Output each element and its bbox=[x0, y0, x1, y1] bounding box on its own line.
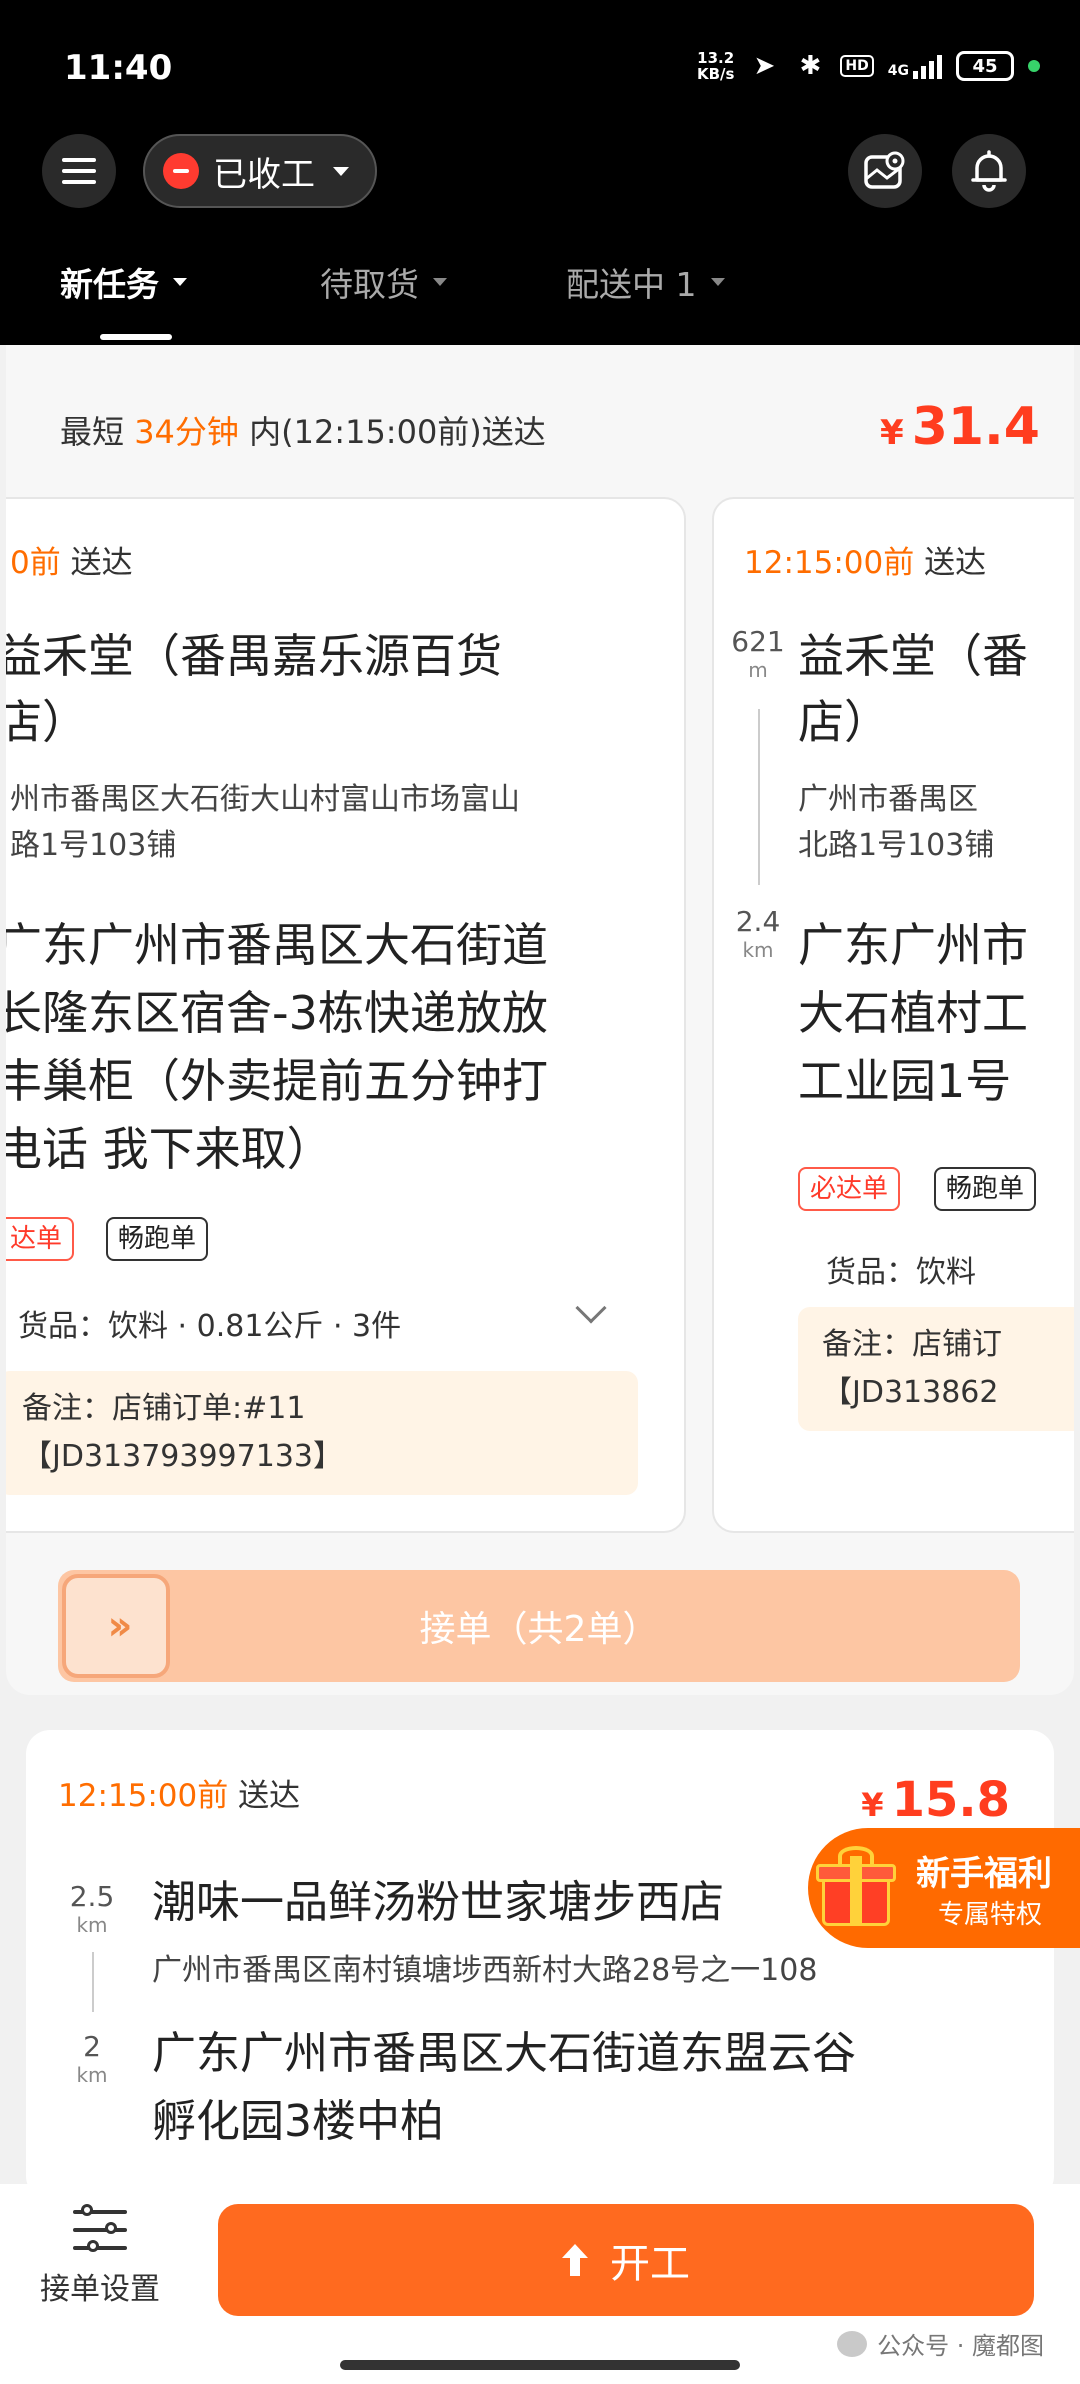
chevron-down-icon bbox=[433, 278, 447, 286]
start-work-label: 开工 bbox=[610, 2241, 690, 2287]
tab-pending-pickup[interactable]: 待取货 bbox=[320, 258, 447, 306]
start-work-button[interactable]: 开工 bbox=[218, 2204, 1034, 2316]
hd-icon: HD bbox=[840, 55, 874, 77]
privacy-indicator-dot bbox=[1028, 60, 1040, 72]
promo-subtitle: 专属特权 bbox=[938, 1900, 1043, 1930]
route-line bbox=[758, 709, 760, 885]
pickup-distance: 2.5 km bbox=[69, 1880, 115, 1937]
chevron-down-icon bbox=[173, 278, 187, 286]
net-speed: 13.2 KB/s bbox=[696, 49, 735, 83]
store-name: 益禾堂（番禺嘉乐源百货 店） bbox=[6, 629, 502, 749]
bottom-bar: 接单设置 开工 公众号 · 魔都图 bbox=[0, 2184, 1080, 2384]
battery-icon: 45 bbox=[956, 51, 1014, 81]
wechat-watermark: 公众号 · 魔都图 bbox=[837, 2326, 1044, 2361]
destination-address: 广东广州市番禺区大石街道东盟云谷 孵化园3楼中柏 bbox=[152, 2028, 856, 2147]
status-bar: 11:40 13.2 KB/s ➤ ✱ HD 4G 45 bbox=[0, 0, 1080, 140]
sliders-icon bbox=[73, 2204, 127, 2254]
top-bar: 11:40 13.2 KB/s ➤ ✱ HD 4G 45 已收工 新任务 待取货… bbox=[0, 0, 1080, 345]
store-address: 州市番禺区大石街大山村富山市场富山 路1号103铺 bbox=[10, 782, 520, 863]
arrow-up-icon bbox=[562, 2244, 588, 2276]
deliver-deadline: 12:15:00前 送达 bbox=[744, 545, 987, 581]
newbie-benefit-promo[interactable]: 新手福利 专属特权 bbox=[808, 1828, 1080, 1948]
map-button[interactable] bbox=[848, 134, 922, 208]
home-indicator[interactable] bbox=[340, 2360, 740, 2370]
chevron-down-icon[interactable] bbox=[575, 1292, 607, 1324]
wechat-icon bbox=[837, 2330, 868, 2357]
goods-info: 货品：饮料 bbox=[826, 1255, 976, 1290]
store-name: 潮味一品鲜汤粉世家塘步西店 bbox=[152, 1877, 724, 1928]
order-group-price: ¥31.4 bbox=[880, 397, 1040, 457]
notification-button[interactable] bbox=[952, 134, 1026, 208]
stop-icon bbox=[163, 153, 199, 189]
store-address: 广州市番禺区 北路1号103铺 bbox=[798, 782, 995, 863]
status-time: 11:40 bbox=[64, 48, 173, 88]
location-arrow-icon: ➤ bbox=[753, 51, 776, 81]
promo-title: 新手福利 bbox=[916, 1854, 1052, 1894]
order-settings-button[interactable]: 接单设置 bbox=[30, 2204, 170, 2308]
menu-button[interactable] bbox=[42, 134, 116, 208]
deliver-deadline: 12:15:00前 送达 bbox=[58, 1778, 301, 1814]
delivery-distance: 2 km bbox=[76, 2030, 108, 2087]
accept-orders-label: 接单（共2单） bbox=[419, 1609, 659, 1650]
store-address: 广州市番禺区南村镇塘埗西新村大路28号之一108 bbox=[152, 1953, 818, 1988]
order-settings-label: 接单设置 bbox=[40, 2272, 160, 2307]
accept-orders-button[interactable]: ›› 接单（共2单） bbox=[58, 1570, 1020, 1682]
smooth-run-tag: 畅跑单 bbox=[106, 1217, 209, 1261]
chevron-down-icon bbox=[333, 166, 349, 176]
order-remark: 备注：店铺订 【JD313862 bbox=[798, 1307, 1074, 1431]
bluetooth-icon: ✱ bbox=[799, 51, 822, 81]
route-line bbox=[92, 1952, 94, 2012]
order-tabs: 新任务 待取货 配送中 1 bbox=[0, 258, 1080, 344]
status-icons: 13.2 KB/s ➤ ✱ HD 4G 45 bbox=[697, 50, 1040, 82]
bell-icon bbox=[971, 150, 1007, 192]
gift-box-icon bbox=[814, 1846, 898, 1926]
active-tab-indicator bbox=[100, 334, 172, 340]
signal-bars-icon bbox=[913, 53, 942, 79]
chevron-down-icon bbox=[710, 278, 725, 286]
order-card-2[interactable]: 12:15:00前 送达 ¥15.8 2.5 km 2 km 潮味一品鲜汤粉世家… bbox=[26, 1730, 1054, 2200]
work-status-toggle[interactable]: 已收工 bbox=[143, 134, 377, 208]
order-subcard-2[interactable]: 12:15:00前 送达 621 m 2.4 km 益禾堂（番 店） 广州市番禺… bbox=[712, 497, 1074, 1533]
goods-info: 货品：饮料 · 0.81公斤 · 3件 bbox=[18, 1309, 402, 1344]
order-price: ¥15.8 bbox=[861, 1772, 1010, 1828]
order-group-eta: 最短 34分钟 内(12:15:00前)送达 bbox=[60, 413, 546, 451]
must-deliver-tag: 必达单 bbox=[798, 1167, 901, 1211]
map-pin-icon bbox=[864, 151, 905, 189]
deliver-deadline: 0前 送达 bbox=[10, 545, 133, 581]
order-remark: 备注：店铺订单:#11 【JD313793997133】 bbox=[6, 1371, 638, 1495]
delivery-distance: 2.4 km bbox=[735, 905, 781, 962]
tab-delivering[interactable]: 配送中 1 bbox=[566, 258, 725, 306]
pickup-distance: 621 m bbox=[731, 625, 785, 682]
battery-level: 45 bbox=[972, 55, 998, 77]
tab-new-tasks[interactable]: 新任务 bbox=[60, 258, 187, 306]
double-chevron-right-icon[interactable]: ›› bbox=[62, 1574, 170, 1678]
work-status-label: 已收工 bbox=[213, 154, 315, 195]
smooth-run-tag: 畅跑单 bbox=[934, 1167, 1037, 1211]
destination-address: 广东广州市 大石植村工 工业园1号 bbox=[798, 918, 1028, 1108]
menu-icon bbox=[62, 158, 96, 184]
order-subcard-1[interactable]: 0前 送达 益禾堂（番禺嘉乐源百货 店） 州市番禺区大石街大山村富山市场富山 路… bbox=[6, 497, 686, 1533]
destination-address: 广东广州市番禺区大石街道 长隆东区宿舍-3栋快递放放 丰巢柜（外卖提前五分钟打 … bbox=[6, 918, 548, 1176]
order-group-card[interactable]: 最短 34分钟 内(12:15:00前)送达 ¥31.4 0前 送达 益禾堂（番… bbox=[6, 345, 1074, 1695]
store-name: 益禾堂（番 店） bbox=[798, 629, 1028, 749]
cellular-signal: 4G bbox=[888, 53, 942, 79]
must-deliver-tag: 达单 bbox=[6, 1217, 75, 1261]
